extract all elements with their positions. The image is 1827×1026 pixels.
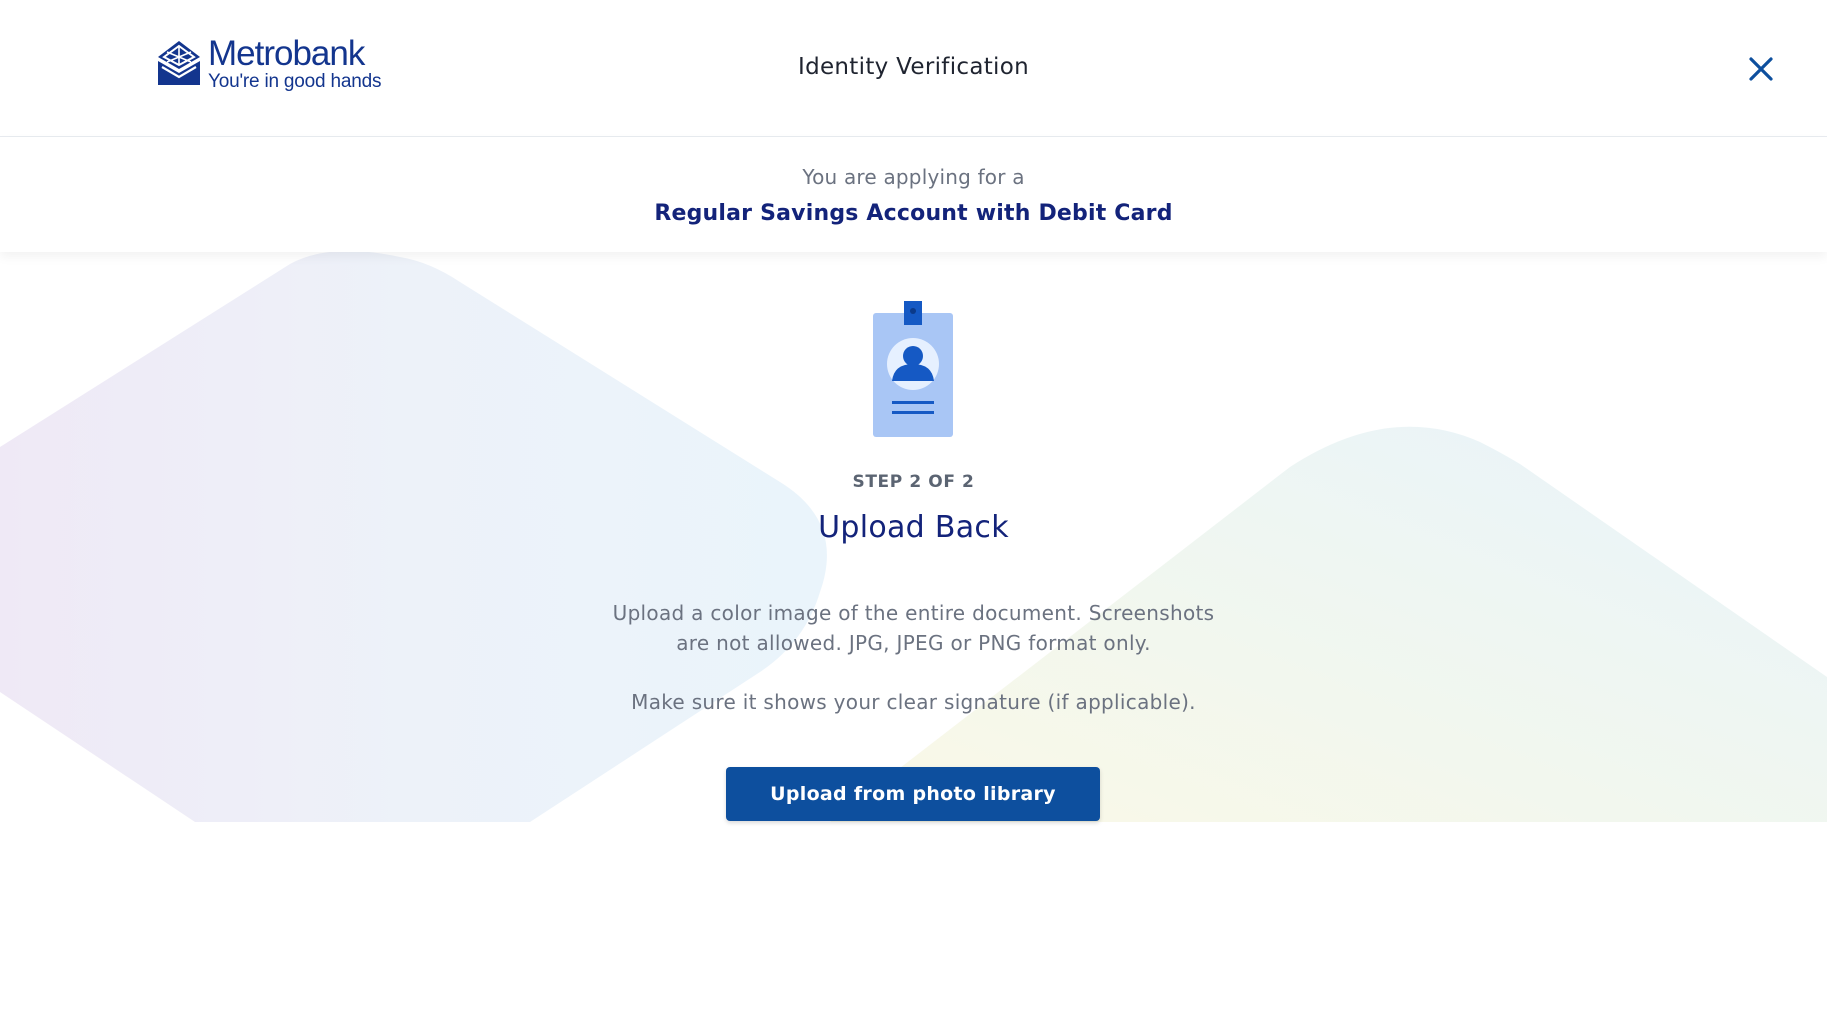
upload-from-library-button[interactable]: Upload from photo library — [726, 767, 1100, 821]
top-bar: Metrobank You're in good hands Identity … — [0, 0, 1827, 137]
upload-instructions: Upload a color image of the entire docum… — [612, 601, 1215, 655]
step-indicator: STEP 2 OF 2 — [852, 472, 975, 492]
signature-note: Make sure it shows your clear signature … — [631, 690, 1196, 714]
product-name: Regular Savings Account with Debit Card — [654, 201, 1173, 226]
application-banner: You are applying for a Regular Savings A… — [0, 137, 1827, 252]
close-icon[interactable] — [1746, 54, 1776, 84]
page-title: Identity Verification — [798, 54, 1029, 80]
id-card-icon — [873, 301, 953, 437]
step-title: Upload Back — [818, 510, 1009, 545]
applying-intro: You are applying for a — [802, 165, 1025, 189]
